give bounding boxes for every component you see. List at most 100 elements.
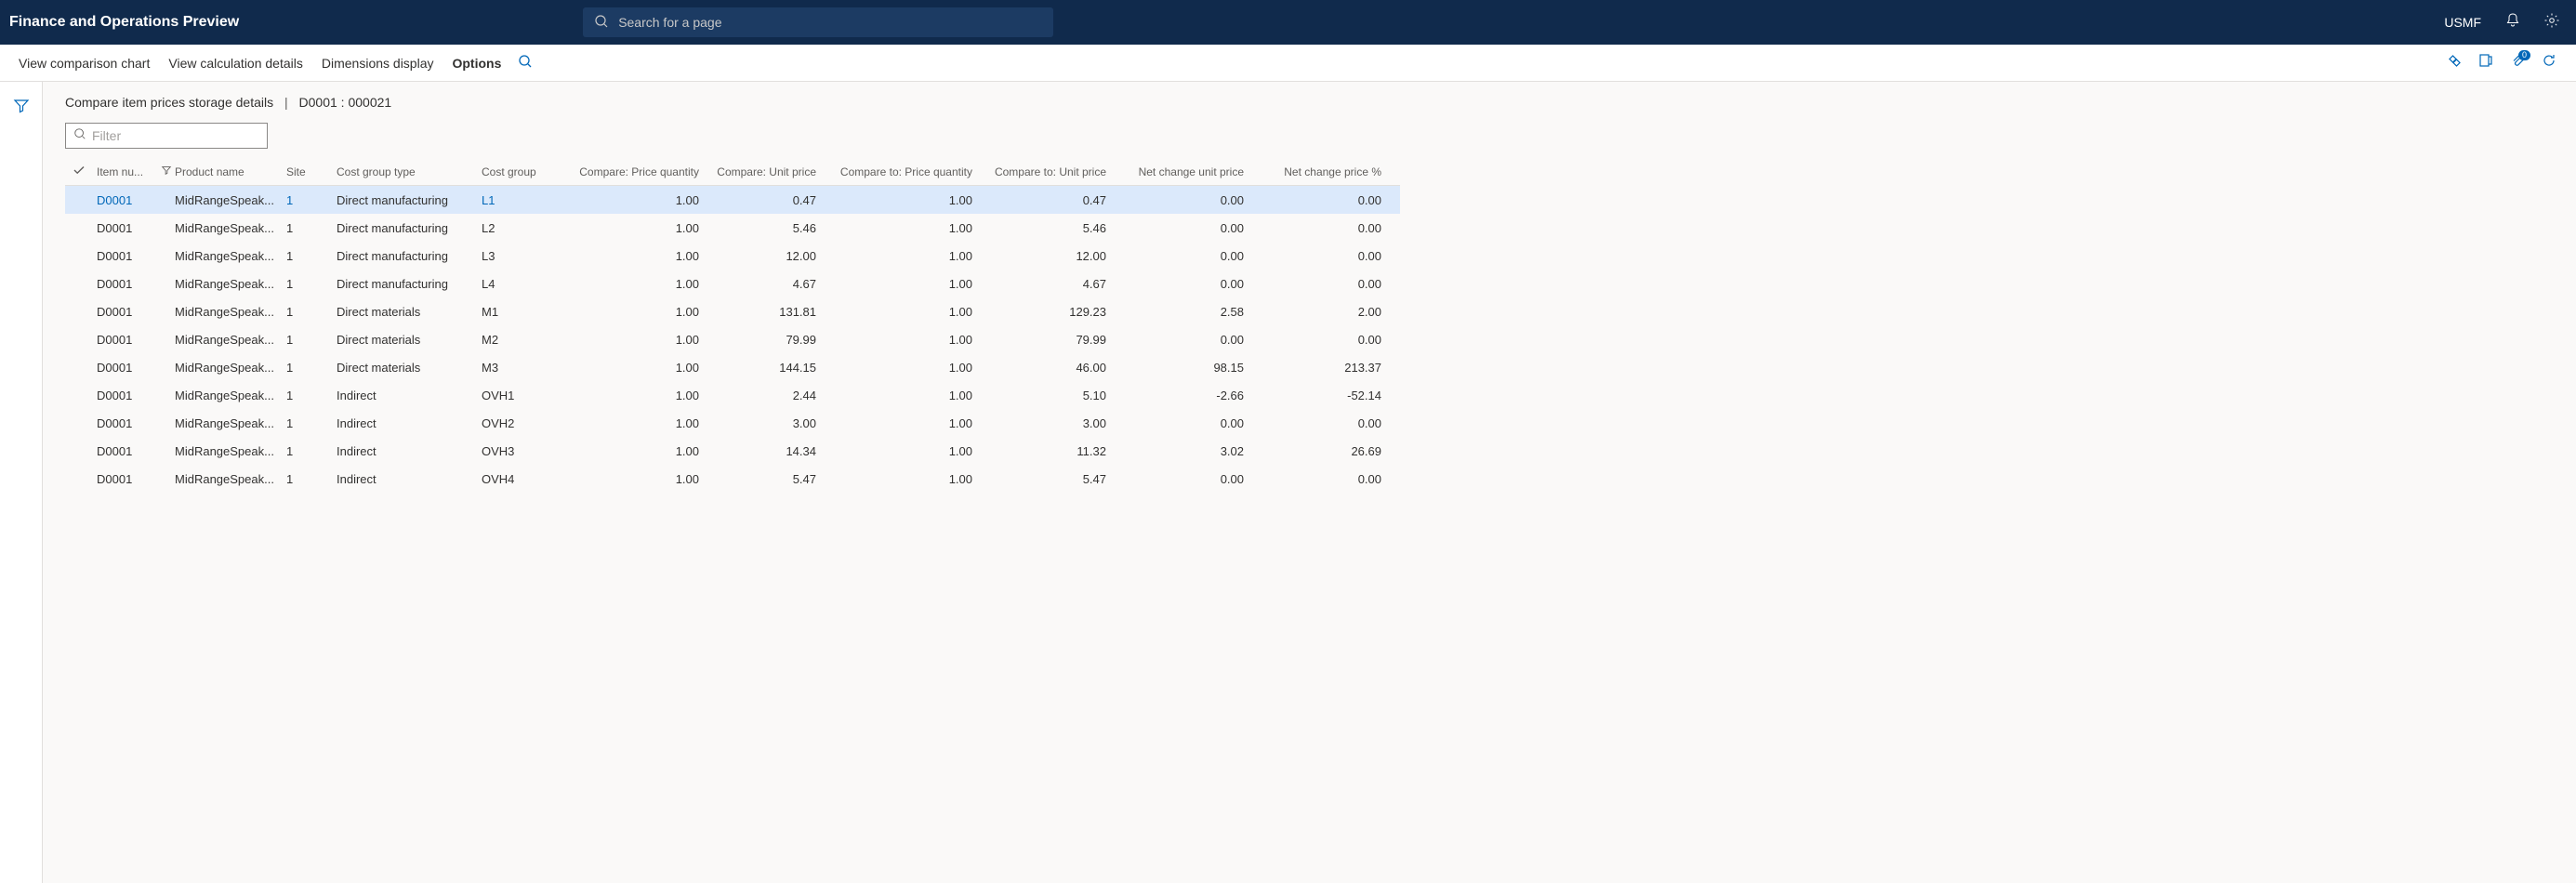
- hdr-cpq[interactable]: Compare: Price quantity: [575, 165, 714, 178]
- topbar-right: USMF: [2435, 0, 2569, 45]
- table-row[interactable]: D0001MidRangeSpeak...1Direct materialsM3…: [65, 353, 1400, 381]
- data-grid: Item nu... Product name Site Cost group …: [65, 158, 1400, 493]
- hdr-ncup[interactable]: Net change unit price: [1121, 165, 1259, 178]
- table-row[interactable]: D0001MidRangeSpeak...1IndirectOVH41.005.…: [65, 465, 1400, 493]
- cell-site[interactable]: 1: [286, 277, 337, 291]
- global-search[interactable]: Search for a page: [583, 7, 1053, 37]
- notifications-button[interactable]: [2496, 0, 2530, 45]
- page-title: Compare item prices storage details: [65, 95, 273, 110]
- table-row[interactable]: D0001MidRangeSpeak...1IndirectOVH11.002.…: [65, 381, 1400, 409]
- cell-cup: 3.00: [714, 416, 831, 430]
- cell-cpq: 1.00: [575, 305, 714, 319]
- cell-cg[interactable]: L3: [482, 249, 575, 263]
- cell-item[interactable]: D0001: [93, 416, 158, 430]
- cell-site[interactable]: 1: [286, 305, 337, 319]
- cell-item[interactable]: D0001: [93, 389, 158, 402]
- hdr-ctup[interactable]: Compare to: Unit price: [987, 165, 1121, 178]
- cell-site[interactable]: 1: [286, 361, 337, 375]
- cell-ncup: -2.66: [1121, 389, 1259, 402]
- cell-item[interactable]: D0001: [93, 221, 158, 235]
- cell-cup: 12.00: [714, 249, 831, 263]
- cmd-open-excel[interactable]: [2472, 49, 2500, 77]
- office-icon: [2477, 52, 2494, 73]
- cmd-options[interactable]: Options: [443, 50, 510, 76]
- hdr-cup[interactable]: Compare: Unit price: [714, 165, 831, 178]
- table-row[interactable]: D0001MidRangeSpeak...1Direct materialsM1…: [65, 297, 1400, 325]
- table-row[interactable]: D0001MidRangeSpeak...1Direct materialsM2…: [65, 325, 1400, 353]
- actionbar: View comparison chart View calculation d…: [0, 45, 2576, 82]
- cell-ctpq: 1.00: [831, 361, 987, 375]
- table-row[interactable]: D0001MidRangeSpeak...1Direct manufacturi…: [65, 186, 1400, 214]
- filter-pane-toggle[interactable]: [5, 91, 38, 125]
- cell-cg[interactable]: OVH2: [482, 416, 575, 430]
- table-row[interactable]: D0001MidRangeSpeak...1Direct manufacturi…: [65, 270, 1400, 297]
- cell-site[interactable]: 1: [286, 472, 337, 486]
- table-row[interactable]: D0001MidRangeSpeak...1IndirectOVH21.003.…: [65, 409, 1400, 437]
- hdr-filter[interactable]: [158, 165, 175, 178]
- cell-item[interactable]: D0001: [93, 305, 158, 319]
- cell-product: MidRangeSpeak...: [175, 472, 286, 486]
- cell-item[interactable]: D0001: [93, 472, 158, 486]
- cell-cup: 0.47: [714, 193, 831, 207]
- cell-site[interactable]: 1: [286, 193, 337, 207]
- cell-ncup: 2.58: [1121, 305, 1259, 319]
- quick-filter-input[interactable]: [92, 128, 260, 143]
- cell-cg[interactable]: OVH1: [482, 389, 575, 402]
- table-row[interactable]: D0001MidRangeSpeak...1Direct manufacturi…: [65, 214, 1400, 242]
- cell-item[interactable]: D0001: [93, 361, 158, 375]
- cell-ncpp: 0.00: [1259, 221, 1396, 235]
- cell-item[interactable]: D0001: [93, 277, 158, 291]
- cell-site[interactable]: 1: [286, 389, 337, 402]
- cell-ncup: 0.00: [1121, 472, 1259, 486]
- cell-cup: 131.81: [714, 305, 831, 319]
- cell-ncup: 98.15: [1121, 361, 1259, 375]
- cell-ctup: 3.00: [987, 416, 1121, 430]
- cell-site[interactable]: 1: [286, 444, 337, 458]
- cell-ctup: 129.23: [987, 305, 1121, 319]
- bell-icon: [2504, 12, 2521, 33]
- cmd-find[interactable]: [510, 48, 540, 77]
- cell-cg[interactable]: OVH3: [482, 444, 575, 458]
- filter-rail: [0, 82, 43, 883]
- cmd-view-mode[interactable]: [2440, 49, 2468, 77]
- cell-item[interactable]: D0001: [93, 333, 158, 347]
- hdr-product[interactable]: Product name: [175, 165, 286, 178]
- cell-cg[interactable]: OVH4: [482, 472, 575, 486]
- cell-site[interactable]: 1: [286, 333, 337, 347]
- quick-filter[interactable]: [65, 123, 268, 149]
- page-header: Compare item prices storage details | D0…: [65, 95, 2576, 110]
- cell-cg[interactable]: L1: [482, 193, 575, 207]
- cell-product: MidRangeSpeak...: [175, 277, 286, 291]
- cmd-view-calc[interactable]: View calculation details: [159, 50, 312, 76]
- cell-cg[interactable]: M1: [482, 305, 575, 319]
- cell-item[interactable]: D0001: [93, 249, 158, 263]
- cmd-refresh[interactable]: [2535, 49, 2563, 77]
- check-icon: [73, 166, 86, 179]
- cell-site[interactable]: 1: [286, 416, 337, 430]
- col-select-all[interactable]: [65, 164, 93, 179]
- hdr-cgt[interactable]: Cost group type: [337, 165, 482, 178]
- hdr-item[interactable]: Item nu...: [93, 165, 158, 178]
- cell-cup: 14.34: [714, 444, 831, 458]
- cell-cg[interactable]: M3: [482, 361, 575, 375]
- cell-cg[interactable]: L4: [482, 277, 575, 291]
- cell-item[interactable]: D0001: [93, 193, 158, 207]
- hdr-site[interactable]: Site: [286, 165, 337, 178]
- cmd-view-chart[interactable]: View comparison chart: [9, 50, 159, 76]
- cell-item[interactable]: D0001: [93, 444, 158, 458]
- hdr-ctpq[interactable]: Compare to: Price quantity: [831, 165, 987, 178]
- table-row[interactable]: D0001MidRangeSpeak...1Direct manufacturi…: [65, 242, 1400, 270]
- cell-site[interactable]: 1: [286, 221, 337, 235]
- table-row[interactable]: D0001MidRangeSpeak...1IndirectOVH31.0014…: [65, 437, 1400, 465]
- cell-ncpp: 0.00: [1259, 472, 1396, 486]
- cell-cg[interactable]: M2: [482, 333, 575, 347]
- cell-cg[interactable]: L2: [482, 221, 575, 235]
- company-picker[interactable]: USMF: [2435, 15, 2490, 30]
- hdr-ncpp[interactable]: Net change price %: [1259, 165, 1396, 178]
- cmd-dimensions[interactable]: Dimensions display: [312, 50, 443, 76]
- settings-button[interactable]: [2535, 0, 2569, 45]
- search-icon: [518, 57, 533, 72]
- hdr-cg[interactable]: Cost group: [482, 165, 575, 178]
- cell-site[interactable]: 1: [286, 249, 337, 263]
- cmd-attachments[interactable]: 0: [2503, 49, 2531, 77]
